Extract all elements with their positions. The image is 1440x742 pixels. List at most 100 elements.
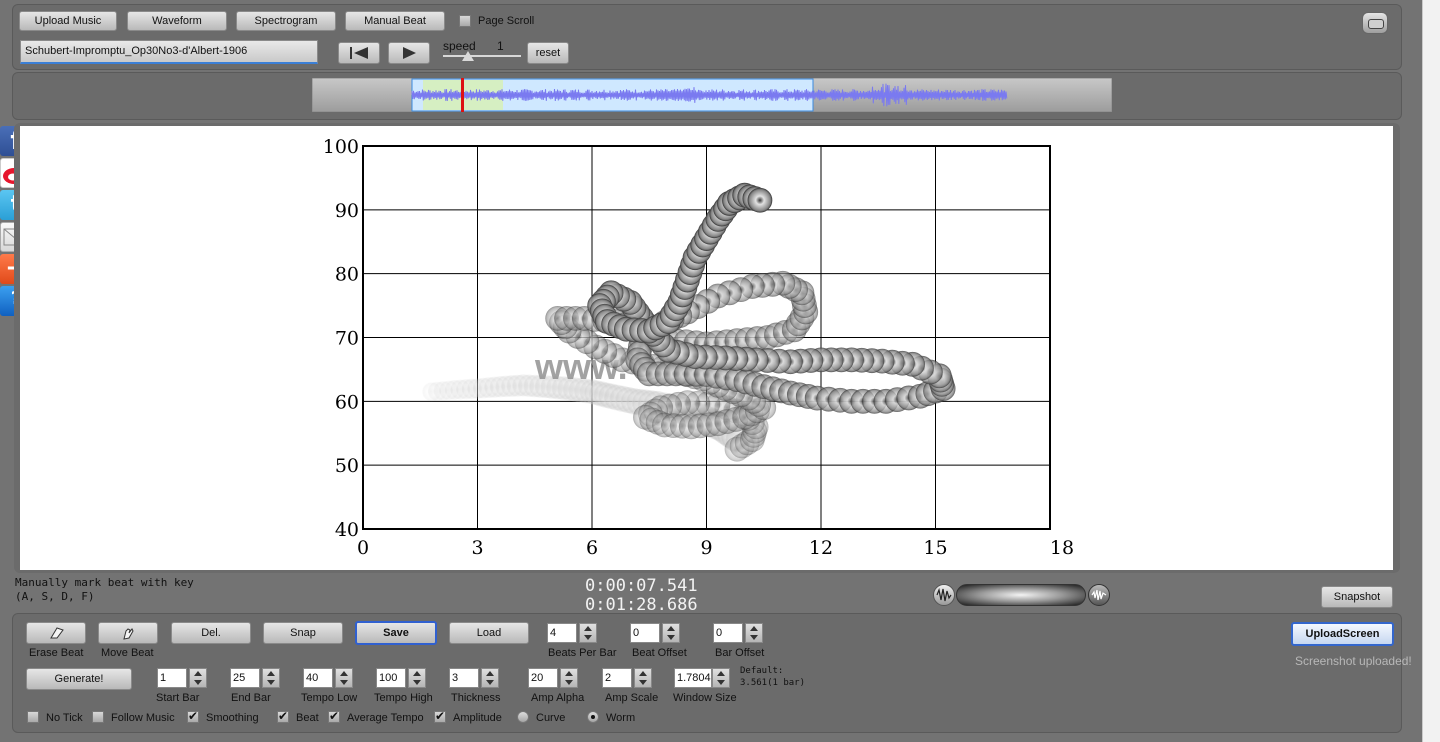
hand-icon bbox=[123, 628, 134, 640]
waveform-overview[interactable] bbox=[312, 78, 1112, 112]
snap-button[interactable]: Snap bbox=[263, 622, 343, 644]
tempo-low-stepper[interactable] bbox=[335, 668, 353, 688]
amp-scale-label: Amp Scale bbox=[605, 692, 659, 704]
tempo-low-input[interactable]: 40 bbox=[303, 668, 333, 688]
y-tick-label: 100 bbox=[323, 136, 359, 158]
end-bar-input[interactable]: 25 bbox=[230, 668, 260, 688]
y-tick-label: 50 bbox=[335, 455, 359, 477]
erase-beat-button[interactable] bbox=[26, 622, 86, 644]
eraser-icon bbox=[50, 627, 64, 639]
y-tick-label: 40 bbox=[335, 519, 359, 541]
save-button[interactable]: Save bbox=[355, 621, 437, 645]
curve-label: Curve bbox=[536, 712, 566, 724]
waveform-button[interactable]: Waveform bbox=[127, 11, 227, 31]
thickness-label: Thickness bbox=[451, 692, 501, 704]
follow-music-label: Follow Music bbox=[111, 712, 175, 724]
generate-button[interactable]: Generate! bbox=[26, 668, 132, 690]
speed-value: 1 bbox=[497, 39, 504, 53]
x-tick-label: 15 bbox=[923, 537, 947, 559]
beats-per-bar-label: Beats Per Bar bbox=[548, 647, 617, 659]
play-icon bbox=[403, 47, 416, 59]
amp-scale-stepper[interactable] bbox=[634, 668, 652, 688]
skip-to-start-button[interactable] bbox=[338, 42, 380, 64]
smoothing-label: Smoothing bbox=[206, 712, 259, 724]
page-scrollbar[interactable] bbox=[1422, 0, 1440, 742]
camera-icon[interactable] bbox=[1362, 12, 1388, 34]
window-size-label: Window Size bbox=[673, 692, 737, 704]
no-tick-label: No Tick bbox=[46, 712, 83, 724]
end-bar-stepper[interactable] bbox=[262, 668, 280, 688]
instructions-line-2: (A, S, D, F) bbox=[15, 590, 95, 603]
amplitude-checkbox[interactable] bbox=[434, 709, 446, 723]
page-scroll-checkbox[interactable] bbox=[459, 15, 471, 27]
play-button[interactable] bbox=[388, 42, 430, 64]
tempo-low-label: Tempo Low bbox=[301, 692, 358, 704]
bar-offset-stepper[interactable] bbox=[745, 623, 763, 643]
screenshot-uploaded-text: Screenshot uploaded! bbox=[1295, 654, 1412, 668]
default-window-label: Default: bbox=[740, 666, 784, 676]
window-size-input[interactable]: 1.78048 bbox=[674, 668, 712, 688]
worm-radio[interactable] bbox=[587, 711, 599, 723]
bar-offset-label: Bar Offset bbox=[715, 647, 765, 659]
manual-beat-button[interactable]: Manual Beat bbox=[345, 11, 445, 31]
move-beat-button[interactable] bbox=[98, 622, 158, 644]
beats-per-bar-input[interactable]: 4 bbox=[547, 623, 577, 643]
beat-offset-label: Beat Offset bbox=[632, 647, 687, 659]
amplitude-label: Amplitude bbox=[453, 712, 502, 724]
spectrogram-button[interactable]: Spectrogram bbox=[236, 11, 336, 31]
end-bar-label: End Bar bbox=[231, 692, 271, 704]
upload-music-button[interactable]: Upload Music bbox=[19, 11, 117, 31]
speed-slider-thumb[interactable] bbox=[462, 51, 474, 61]
y-tick-label: 90 bbox=[335, 200, 359, 222]
skip-back-icon bbox=[350, 47, 368, 59]
curve-radio[interactable] bbox=[517, 711, 529, 723]
x-tick-label: 18 bbox=[1050, 537, 1074, 559]
erase-beat-label: Erase Beat bbox=[29, 647, 84, 659]
start-bar-input[interactable]: 1 bbox=[157, 668, 187, 688]
y-tick-label: 80 bbox=[335, 264, 359, 286]
beat-checkbox[interactable] bbox=[277, 709, 289, 723]
waveform-toggle-icon[interactable] bbox=[933, 584, 955, 606]
default-window-value: 3.561(1 bar) bbox=[740, 678, 806, 688]
move-beat-label: Move Beat bbox=[101, 647, 154, 659]
window-size-stepper[interactable] bbox=[712, 668, 730, 688]
tempo-worm-chart[interactable]: www. .net 0369121518100908070605040 bbox=[20, 126, 1393, 570]
smoothing-checkbox[interactable] bbox=[187, 709, 199, 723]
thickness-input[interactable]: 3 bbox=[449, 668, 479, 688]
follow-music-checkbox[interactable] bbox=[92, 711, 104, 723]
amp-alpha-label: Amp Alpha bbox=[531, 692, 585, 704]
amp-alpha-input[interactable]: 20 bbox=[528, 668, 558, 688]
worm-point bbox=[747, 187, 773, 213]
x-tick-label: 3 bbox=[471, 537, 483, 559]
amp-alpha-stepper[interactable] bbox=[560, 668, 578, 688]
start-bar-stepper[interactable] bbox=[189, 668, 207, 688]
bar-offset-input[interactable]: 0 bbox=[713, 623, 743, 643]
thickness-stepper[interactable] bbox=[481, 668, 499, 688]
load-button[interactable]: Load bbox=[449, 622, 529, 644]
x-tick-label: 9 bbox=[700, 537, 712, 559]
speed-slider-track[interactable] bbox=[443, 55, 521, 57]
chart-canvas[interactable]: www. .net 0369121518100908070605040 bbox=[20, 126, 1393, 570]
spectrum-toggle-icon[interactable] bbox=[1088, 584, 1110, 606]
beat-offset-input[interactable]: 0 bbox=[630, 623, 660, 643]
upload-screen-button[interactable]: UploadScreen bbox=[1291, 622, 1394, 646]
playhead-marker[interactable] bbox=[461, 78, 464, 112]
tempo-high-stepper[interactable] bbox=[408, 668, 426, 688]
beat-offset-stepper[interactable] bbox=[662, 623, 680, 643]
x-tick-label: 6 bbox=[586, 537, 598, 559]
beats-per-bar-stepper[interactable] bbox=[579, 623, 597, 643]
y-tick-label: 60 bbox=[335, 391, 359, 413]
delete-button[interactable]: Del. bbox=[171, 622, 251, 644]
start-bar-label: Start Bar bbox=[156, 692, 200, 704]
reset-button[interactable]: reset bbox=[527, 42, 569, 64]
tempo-high-input[interactable]: 100 bbox=[376, 668, 406, 688]
track-name-field[interactable]: Schubert-Impromptu_Op30No3-d'Albert-1906 bbox=[20, 40, 318, 64]
snapshot-button[interactable]: Snapshot bbox=[1321, 586, 1393, 608]
track-name-text: Schubert-Impromptu_Op30No3-d'Albert-1906 bbox=[25, 45, 248, 57]
current-time: 0:00:07.541 bbox=[585, 576, 698, 596]
amp-scale-input[interactable]: 2 bbox=[602, 668, 632, 688]
average-tempo-checkbox[interactable] bbox=[328, 709, 340, 723]
amplitude-gradient-bar[interactable] bbox=[956, 584, 1086, 606]
no-tick-checkbox[interactable] bbox=[27, 711, 39, 723]
x-tick-label: 12 bbox=[809, 537, 833, 559]
